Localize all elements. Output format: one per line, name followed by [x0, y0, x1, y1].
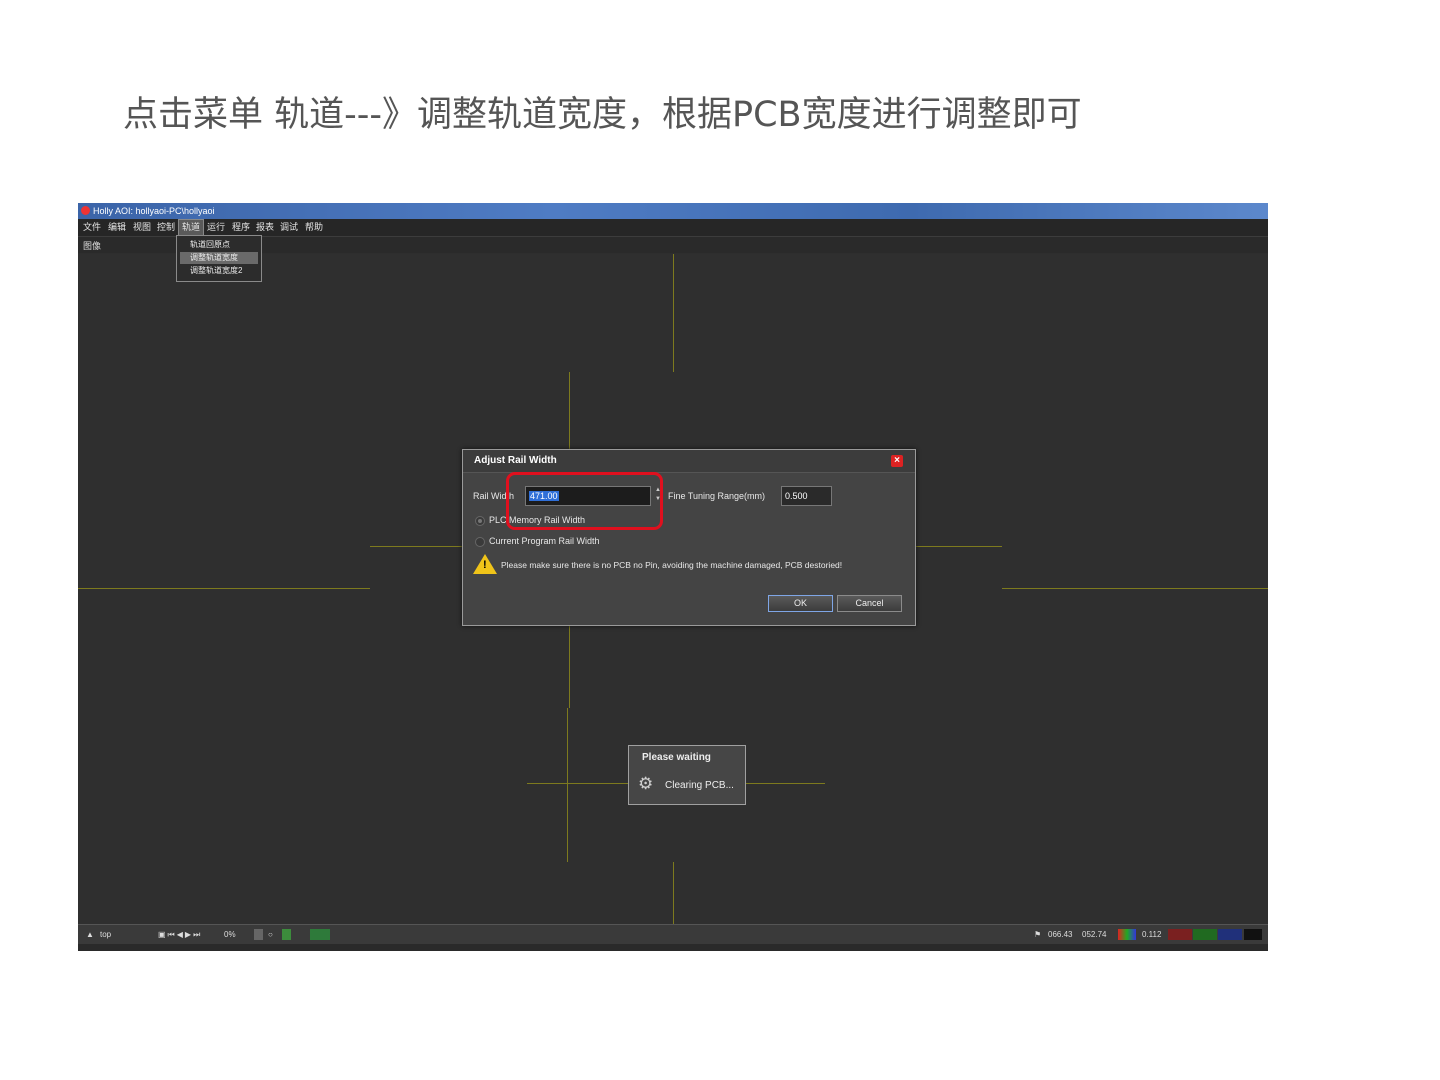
please-wait-popup: Please waiting ⚙ Clearing PCB...	[628, 745, 746, 805]
menu-edit[interactable]: 编辑	[105, 219, 129, 236]
menu-view[interactable]: 视图	[130, 219, 154, 236]
menu-rail[interactable]: 轨道	[178, 219, 205, 236]
menu-file[interactable]: 文件	[80, 219, 104, 236]
wait-title: Please waiting	[642, 752, 711, 763]
instruction-caption: 点击菜单 轨道---》调整轨道宽度，根据PCB宽度进行调整即可	[123, 95, 1082, 135]
current-program-label: Current Program Rail Width	[489, 536, 600, 546]
menu-item-rail-home[interactable]: 轨道回原点	[180, 239, 258, 251]
bottom-strip	[78, 944, 1268, 951]
warning-mark: !	[483, 559, 487, 571]
app-icon	[81, 206, 90, 215]
refresh-icon[interactable]: ○	[268, 930, 273, 939]
rgb-icon	[1118, 929, 1136, 940]
rail-menu-dropdown: 轨道回原点 调整轨道宽度 调整轨道宽度2	[176, 235, 262, 282]
menu-help[interactable]: 帮助	[302, 219, 326, 236]
gear-icon: ⚙	[638, 774, 654, 793]
status-toggle[interactable]	[254, 929, 263, 940]
status-indicator	[282, 929, 291, 940]
menu-item-adjust-rail-width-2[interactable]: 调整轨道宽度2	[180, 265, 258, 277]
menu-program[interactable]: 程序	[229, 219, 253, 236]
crosshair-line	[1002, 588, 1268, 589]
crosshair-line	[567, 708, 568, 862]
layer-icon: ▲	[86, 930, 94, 939]
rail-width-highlight	[506, 472, 663, 530]
warning-text: Please make sure there is no PCB no Pin,…	[501, 560, 843, 570]
aoi-app-window: Holly AOI: hollyaoi-PC\hollyaoi 文件 编辑 视图…	[78, 203, 1268, 951]
view-label: top	[100, 930, 112, 939]
menu-item-adjust-rail-width[interactable]: 调整轨道宽度	[180, 252, 258, 264]
progress-indicator	[310, 929, 330, 940]
statusbar: ▲ top ▣⏮◀▶⏭ 0% ○ ⚑ 066.43 052.74 0.112	[78, 924, 1268, 945]
coord-y: 052.74	[1082, 930, 1107, 939]
pixel-value: 0.112	[1142, 930, 1162, 939]
playback-controls[interactable]: ▣⏮◀▶⏭	[158, 930, 202, 940]
close-icon[interactable]: ×	[891, 455, 903, 467]
blue-channel-box	[1218, 929, 1242, 940]
crosshair-line	[673, 254, 674, 372]
dialog-titlebar: Adjust Rail Width ×	[463, 450, 915, 473]
plc-memory-radio[interactable]	[475, 516, 485, 526]
coord-x: 066.43	[1048, 930, 1073, 939]
menu-run[interactable]: 运行	[204, 219, 228, 236]
fine-tuning-input[interactable]: 0.500	[781, 486, 832, 506]
menu-control[interactable]: 控制	[154, 219, 178, 236]
red-channel-box	[1168, 929, 1192, 940]
window-titlebar: Holly AOI: hollyaoi-PC\hollyaoi	[78, 203, 1268, 219]
window-title: Holly AOI: hollyaoi-PC\hollyaoi	[93, 206, 215, 216]
zoom-value: 0%	[224, 930, 236, 939]
crosshair-line	[78, 588, 370, 589]
wait-status: Clearing PCB...	[665, 780, 734, 791]
green-channel-box	[1193, 929, 1217, 940]
color-swatch	[1244, 929, 1262, 940]
dialog-title: Adjust Rail Width	[474, 455, 557, 466]
image-tab[interactable]: 图像	[83, 239, 101, 252]
menu-debug[interactable]: 调试	[277, 219, 301, 236]
ok-button[interactable]: OK	[768, 595, 833, 612]
crosshair-line	[673, 862, 674, 924]
flag-icon: ⚑	[1034, 930, 1042, 939]
menu-report[interactable]: 报表	[253, 219, 277, 236]
fine-tuning-label: Fine Tuning Range(mm)	[668, 491, 766, 501]
cancel-button[interactable]: Cancel	[837, 595, 902, 612]
current-program-radio[interactable]	[475, 537, 485, 547]
